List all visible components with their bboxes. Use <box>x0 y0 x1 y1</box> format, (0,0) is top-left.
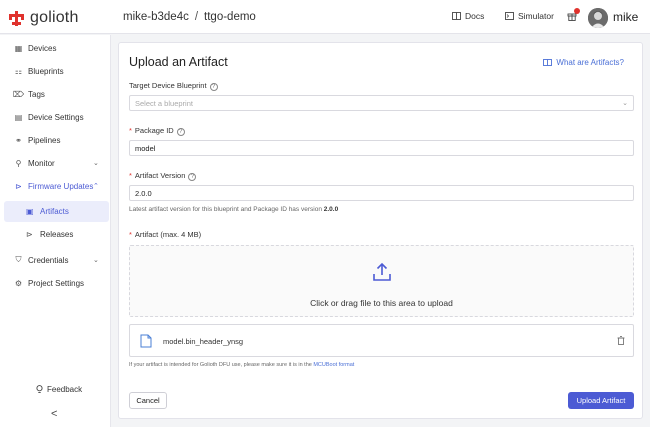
help-icon[interactable]: ? <box>188 173 197 181</box>
sidebar-item-credentials[interactable]: ⛉ Credentials ⌄ <box>0 249 111 271</box>
sidebar-item-label: Credentials <box>28 255 69 265</box>
logo-text: golioth <box>30 9 79 26</box>
mcuboot-format-link[interactable]: MCUBoot format <box>313 362 354 368</box>
upload-dropzone[interactable]: Click or drag file to this area to uploa… <box>129 245 634 317</box>
what-are-artifacts-label: What are Artifacts? <box>556 58 624 67</box>
simulator-label: Simulator <box>518 11 554 21</box>
sidebar-subitem-artifacts[interactable]: ▣ Artifacts <box>4 201 109 222</box>
book-icon <box>452 12 461 20</box>
file-icon <box>140 334 152 348</box>
blueprint-select[interactable]: Select a blueprint ⌄ <box>129 95 634 111</box>
sidebar-item-label: Monitor <box>28 158 55 168</box>
sidebar-item-device-settings[interactable]: ▤ Device Settings <box>0 106 111 128</box>
user-name[interactable]: mike <box>613 10 638 24</box>
help-icon[interactable]: ? <box>209 83 218 91</box>
what-are-artifacts-link[interactable]: What are Artifacts? <box>543 58 624 67</box>
help-icon[interactable]: ? <box>176 128 185 136</box>
page-title: Upload an Artifact <box>129 55 228 69</box>
upload-icon <box>373 262 391 281</box>
upload-artifact-card: Upload an Artifact What are Artifacts? T… <box>118 42 643 419</box>
firmware-icon: ⊳ <box>15 181 22 191</box>
mcuboot-hint: If your artifact is intended for Golioth… <box>129 362 354 368</box>
sidebar-item-label: Devices <box>28 43 57 53</box>
avatar[interactable] <box>588 8 608 28</box>
required-marker: * <box>129 230 132 239</box>
version-label-text: Artifact Version <box>134 171 186 180</box>
lightbulb-icon <box>36 385 43 393</box>
sidebar-item-label: Project Settings <box>28 278 85 288</box>
trash-icon[interactable] <box>617 336 625 345</box>
blueprint-field-label: Target Device Blueprint? <box>129 81 218 91</box>
artifact-field-label: * Artifact (max. 4 MB) <box>129 230 201 239</box>
gear-icon: ⚙ <box>14 278 23 288</box>
sidebar-item-project-settings[interactable]: ⚙ Project Settings <box>0 272 111 294</box>
sidebar-item-label: Device Settings <box>28 112 84 122</box>
file-icon: ▣ <box>26 207 34 216</box>
sidebar-subitem-label: Releases <box>40 230 74 239</box>
docs-link[interactable]: Docs <box>452 11 484 21</box>
file-name: model.bin_header_ynsg <box>163 337 244 346</box>
feedback-label: Feedback <box>47 385 83 394</box>
blueprint-icon: ⚏ <box>14 66 23 76</box>
sidebar-item-devices[interactable]: ▦ Devices <box>0 37 111 59</box>
top-bar: golioth mike-b3de4c / ttgo-demo Docs Sim… <box>0 0 650 34</box>
devices-icon: ▦ <box>14 43 23 53</box>
settings-icon: ▤ <box>14 112 23 122</box>
tag-icon: ⌦ <box>12 89 25 99</box>
breadcrumb-org[interactable]: mike-b3de4c <box>123 11 189 23</box>
required-marker: * <box>129 171 132 180</box>
version-field-label: * Artifact Version? <box>129 171 197 181</box>
sidebar-item-tags[interactable]: ⌦ Tags <box>0 83 111 105</box>
shield-icon: ⛉ <box>15 255 22 264</box>
docs-label: Docs <box>465 11 485 21</box>
notification-dot <box>574 8 580 14</box>
sidebar-item-pipelines[interactable]: ⚭ Pipelines <box>0 129 111 151</box>
sidebar-subitem-releases[interactable]: ⊳ Releases <box>4 224 109 245</box>
chevron-down-icon: ⌄ <box>93 160 99 167</box>
sidebar-item-label: Pipelines <box>28 135 61 145</box>
feedback-link[interactable]: Feedback <box>36 385 82 394</box>
sidebar-item-label: Firmware Updates <box>28 181 94 191</box>
hint-text: If your artifact is intended for Golioth… <box>129 362 312 368</box>
version-note-text: Latest artifact version for this bluepri… <box>129 206 322 213</box>
avatar-image <box>588 8 608 28</box>
breadcrumb: mike-b3de4c / ttgo-demo <box>123 11 256 23</box>
terminal-icon <box>505 12 514 20</box>
breadcrumb-project[interactable]: ttgo-demo <box>204 11 256 23</box>
package-label-text: Package ID <box>134 126 174 135</box>
package-field-label: * Package ID? <box>129 126 185 136</box>
chevron-up-icon: ⌃ <box>93 183 99 190</box>
cancel-button[interactable]: Cancel <box>129 392 167 409</box>
book-icon <box>543 59 553 66</box>
artifact-label-text: Artifact (max. 4 MB) <box>134 230 202 239</box>
sidebar-item-monitor[interactable]: ⚲ Monitor ⌄ <box>0 152 111 174</box>
logo[interactable]: golioth <box>8 9 79 27</box>
sidebar-item-label: Blueprints <box>28 66 64 76</box>
sidebar-item-label: Tags <box>28 89 45 99</box>
uploaded-file-item: model.bin_header_ynsg <box>129 324 634 357</box>
sidebar: ▦ Devices ⚏ Blueprints ⌦ Tags ▤ Device S… <box>0 35 111 427</box>
send-icon: ⊳ <box>26 230 33 239</box>
search-icon: ⚲ <box>15 158 22 168</box>
simulator-link[interactable]: Simulator <box>505 11 554 21</box>
chevron-down-icon: ⌄ <box>622 100 628 107</box>
sidebar-subitem-label: Artifacts <box>40 207 69 216</box>
sidebar-item-blueprints[interactable]: ⚏ Blueprints <box>0 60 111 82</box>
golioth-logo-icon <box>9 10 24 26</box>
required-marker: * <box>129 126 132 135</box>
breadcrumb-separator: / <box>194 11 199 23</box>
package-id-input[interactable]: model <box>129 140 634 156</box>
pipeline-icon: ⚭ <box>15 135 22 145</box>
sidebar-item-firmware-updates[interactable]: ⊳ Firmware Updates ⌃ <box>0 175 111 197</box>
version-note: Latest artifact version for this bluepri… <box>129 206 338 213</box>
upload-artifact-button[interactable]: Upload Artifact <box>568 392 634 409</box>
chevron-down-icon: ⌄ <box>93 257 99 264</box>
collapse-sidebar-button[interactable]: < <box>51 408 57 420</box>
version-note-value: 2.0.0 <box>323 206 339 213</box>
blueprint-placeholder: Select a blueprint <box>135 98 193 108</box>
dropzone-text: Click or drag file to this area to uploa… <box>310 298 453 308</box>
blueprint-label-text: Target Device Blueprint <box>129 81 207 90</box>
artifact-version-input[interactable]: 2.0.0 <box>129 185 634 201</box>
